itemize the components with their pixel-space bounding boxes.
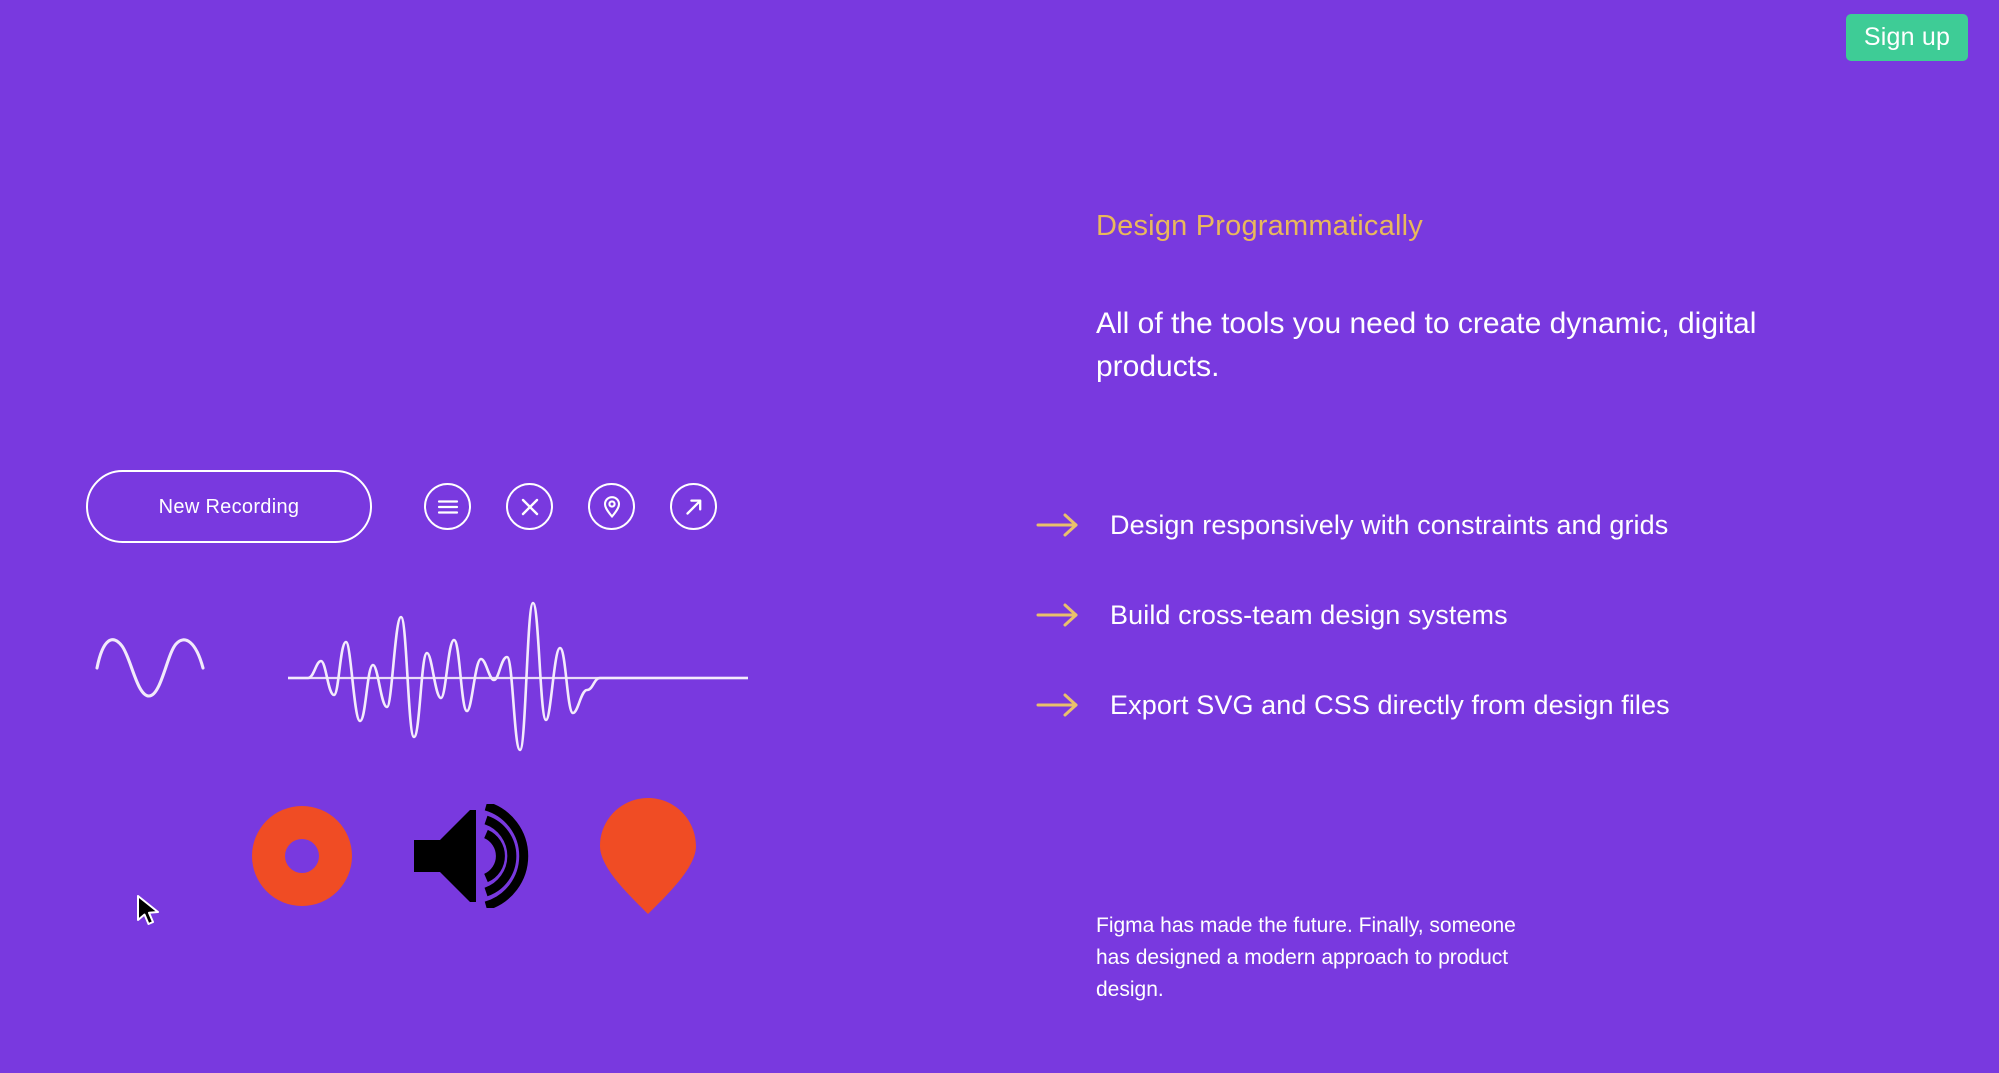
media-glyph-row (252, 798, 696, 914)
feature-list-item-label: Export SVG and CSS directly from design … (1110, 689, 1670, 720)
feature-list-item: Build cross-team design systems (1036, 570, 1896, 660)
feature-list-item: Export SVG and CSS directly from design … (1036, 660, 1896, 750)
feature-list-item-label: Build cross-team design systems (1110, 599, 1508, 630)
arrow-right-icon (1036, 603, 1078, 627)
arrow-right-icon (1036, 513, 1078, 537)
close-x-icon[interactable] (506, 483, 553, 530)
testimonial-quote: Figma has made the future. Finally, some… (1096, 914, 1516, 1001)
audio-waveform-graphic (288, 601, 748, 752)
map-pin-filled-icon[interactable] (600, 798, 696, 914)
mouse-pointer-cursor (137, 895, 159, 925)
section-eyebrow-heading: Design Programmatically (1096, 210, 1423, 242)
right-content-panel: Design Programmatically All of the tools… (1036, 0, 1999, 1073)
icon-toolbar (424, 483, 717, 530)
feature-list-item: Design responsively with constraints and… (1036, 480, 1896, 570)
left-graphics-panel: New Recording (0, 0, 1000, 1073)
arrow-right-icon (1036, 693, 1078, 717)
sine-wave-graphic (95, 638, 205, 698)
page-root: Sign up New Recording Design Programmati… (0, 0, 1999, 1073)
arrow-up-right-icon[interactable] (670, 483, 717, 530)
speaker-volume-icon[interactable] (412, 804, 540, 908)
record-donut-icon[interactable] (252, 806, 352, 906)
hamburger-menu-icon[interactable] (424, 483, 471, 530)
feature-list: Design responsively with constraints and… (1036, 480, 1896, 750)
location-pin-icon[interactable] (588, 483, 635, 530)
feature-list-item-label: Design responsively with constraints and… (1110, 509, 1669, 540)
new-recording-button[interactable]: New Recording (86, 470, 372, 543)
section-lede-paragraph: All of the tools you need to create dyna… (1096, 307, 1757, 383)
